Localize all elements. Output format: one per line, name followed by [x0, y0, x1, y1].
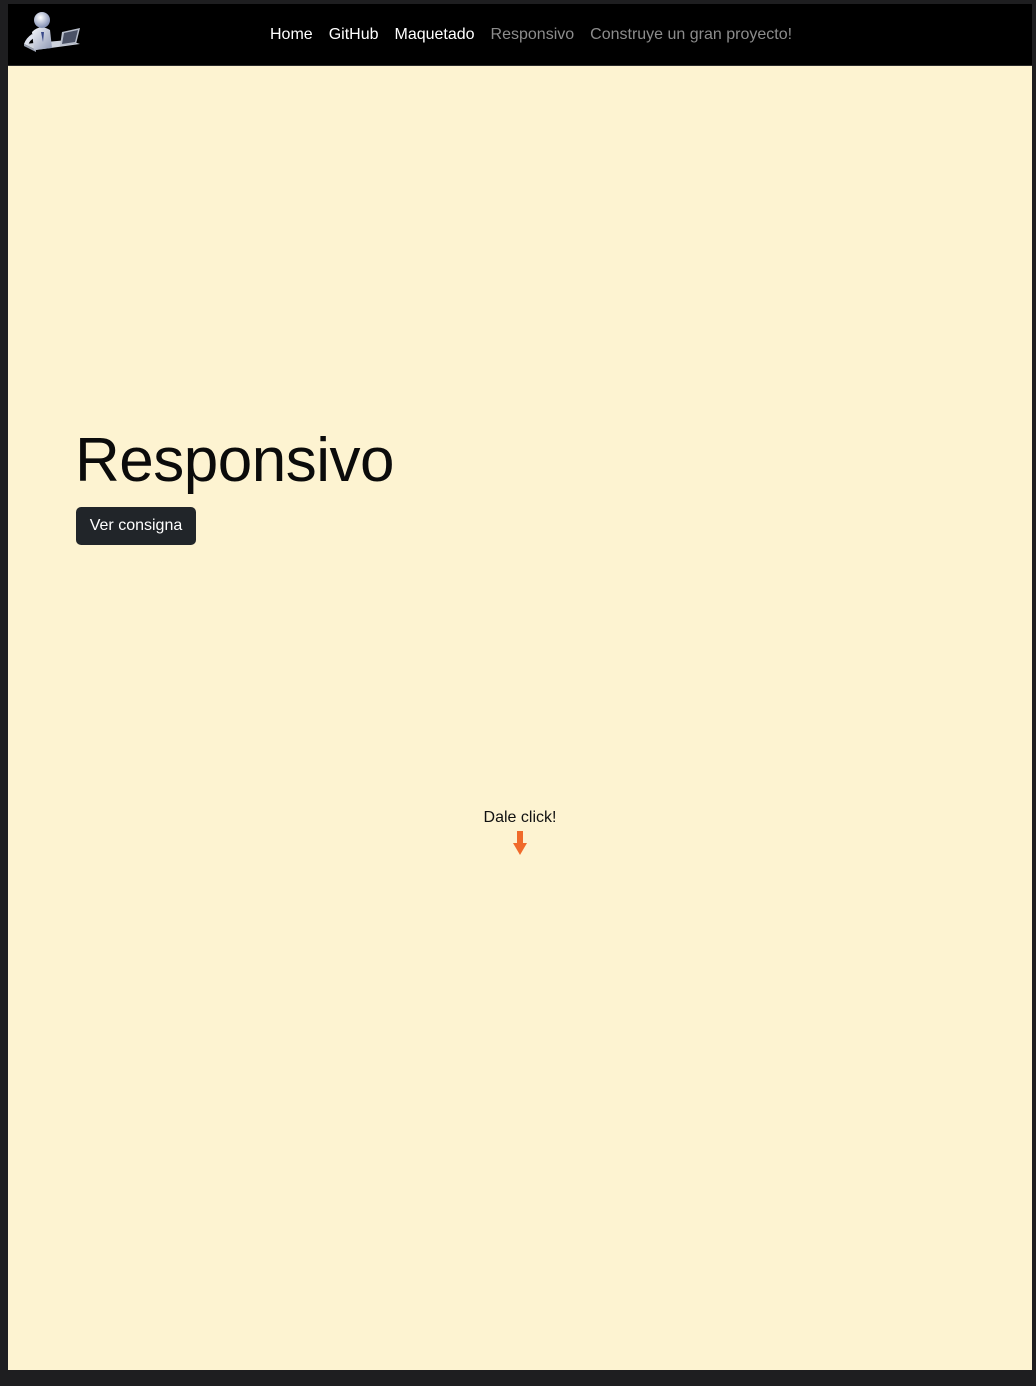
nav-link-home[interactable]: Home	[270, 26, 313, 44]
arrow-down-icon[interactable]	[513, 831, 527, 855]
click-hint-text: Dale click!	[483, 809, 557, 826]
developer-logo-icon[interactable]	[18, 10, 84, 56]
ver-consigna-button[interactable]: Ver consigna	[76, 507, 196, 545]
nav-link-construye-proyecto[interactable]: Construye un gran proyecto!	[590, 26, 792, 44]
nav-link-github[interactable]: GitHub	[329, 26, 379, 44]
navbar: Home GitHub Maquetado Responsivo Constru…	[8, 4, 1032, 66]
page-title: Responsivo	[75, 426, 394, 495]
nav-link-maquetado[interactable]: Maquetado	[394, 26, 474, 44]
browser-viewport: Home GitHub Maquetado Responsivo Constru…	[8, 4, 1032, 1370]
click-hint: Dale click!	[8, 809, 1032, 855]
nav-link-responsivo[interactable]: Responsivo	[491, 26, 575, 44]
nav-links: Home GitHub Maquetado Responsivo Constru…	[270, 4, 808, 65]
